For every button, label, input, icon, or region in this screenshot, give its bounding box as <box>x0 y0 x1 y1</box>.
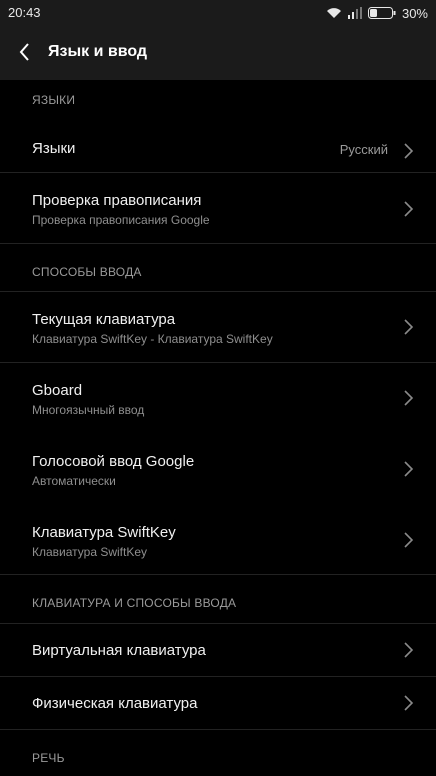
back-arrow-icon[interactable] <box>14 40 38 64</box>
row-title: Виртуальная клавиатура <box>32 642 206 659</box>
chevron-right-icon <box>404 143 414 159</box>
row-subtitle: Клавиатура SwiftKey <box>32 545 148 559</box>
battery-percent: 30% <box>401 5 428 21</box>
settings-row-gboard[interactable]: Gboard Многоязычный ввод <box>0 363 436 433</box>
row-title: Gboard <box>32 382 83 399</box>
signal-icon <box>347 7 362 19</box>
divider <box>0 729 436 730</box>
row-title: Языки <box>32 140 76 157</box>
divider <box>0 243 436 244</box>
section-header-languages: ЯЗЫКИ <box>32 93 76 107</box>
row-title: Проверка правописания <box>32 192 202 209</box>
battery-icon <box>367 7 396 19</box>
row-title: Клавиатура SwiftKey <box>32 524 176 541</box>
chevron-right-icon <box>404 390 414 406</box>
chevron-right-icon <box>404 532 414 548</box>
wifi-icon <box>326 8 341 18</box>
settings-row-swiftkey[interactable]: Клавиатура SwiftKey Клавиатура SwiftKey <box>0 504 436 574</box>
row-title: Физическая клавиатура <box>32 695 198 712</box>
settings-row-virtual-keyboard[interactable]: Виртуальная клавиатура <box>0 624 436 676</box>
status-bar: 20:43 30% <box>0 0 436 26</box>
row-subtitle: Клавиатура SwiftKey - Клавиатура SwiftKe… <box>32 332 273 346</box>
chevron-right-icon <box>404 319 414 335</box>
settings-row-google-voice[interactable]: Голосовой ввод Google Автоматически <box>0 433 436 503</box>
section-header-keyboards: КЛАВИАТУРА И СПОСОБЫ ВВОДА <box>32 596 237 610</box>
settings-row-physical-keyboard[interactable]: Физическая клавиатура <box>0 677 436 729</box>
settings-row-languages[interactable]: Языки Русский <box>0 123 436 179</box>
chevron-right-icon <box>404 461 414 477</box>
status-time: 20:43 <box>8 5 41 20</box>
section-header-speech: РЕЧЬ <box>32 751 65 765</box>
status-icons: 30% <box>326 4 428 22</box>
chevron-right-icon <box>404 201 414 217</box>
section-header-input-methods: СПОСОБЫ ВВОДА <box>32 265 142 279</box>
page-title: Язык и ввод <box>48 43 148 60</box>
settings-row-current-keyboard[interactable]: Текущая клавиатура Клавиатура SwiftKey -… <box>0 292 436 362</box>
row-subtitle: Автоматически <box>32 474 116 488</box>
divider <box>0 574 436 575</box>
app-bar: Язык и ввод <box>0 26 436 80</box>
chevron-right-icon <box>404 695 414 711</box>
row-title: Текущая клавиатура <box>32 311 176 328</box>
row-subtitle: Многоязычный ввод <box>32 403 145 417</box>
settings-row-spellcheck[interactable]: Проверка правописания Проверка правописа… <box>0 173 436 243</box>
row-title: Голосовой ввод Google <box>32 453 195 470</box>
row-value: Русский <box>339 142 388 157</box>
chevron-right-icon <box>404 642 414 658</box>
row-subtitle: Проверка правописания Google <box>32 213 210 227</box>
